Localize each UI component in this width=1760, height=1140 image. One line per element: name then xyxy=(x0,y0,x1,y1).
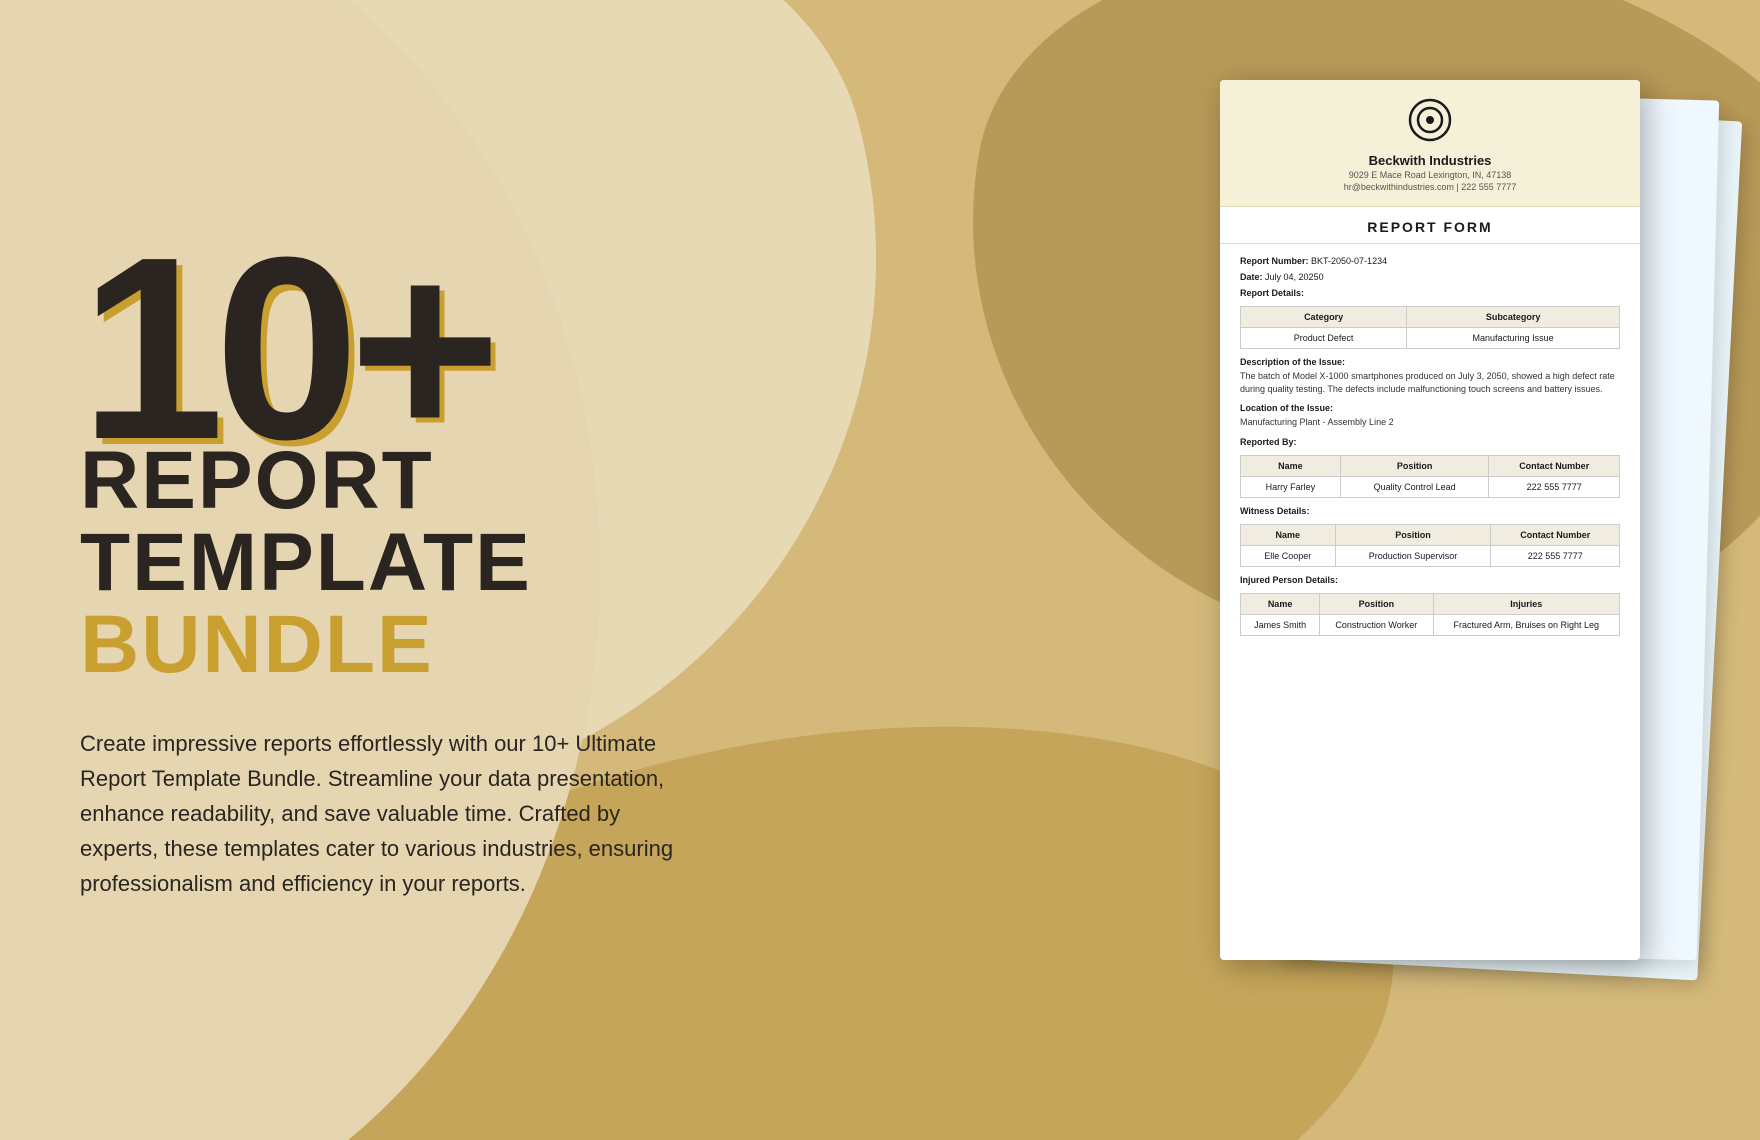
witness-label: Witness Details: xyxy=(1240,506,1620,516)
inj-position: Construction Worker xyxy=(1320,614,1433,635)
wit-contact: 222 555 7777 xyxy=(1491,545,1620,566)
wit-name: Elle Cooper xyxy=(1241,545,1336,566)
inj-header-injuries: Injuries xyxy=(1433,593,1619,614)
rep-header-name: Name xyxy=(1241,455,1341,476)
report-details-label: Report Details: xyxy=(1240,288,1620,298)
inj-injuries: Fractured Arm, Bruises on Right Leg xyxy=(1433,614,1619,635)
company-logo-icon xyxy=(1408,98,1452,142)
documents-area: Beckwith Industries 9029 E Mace Road Lex… xyxy=(1220,80,1700,1030)
category-table: Category Subcategory Product Defect Manu… xyxy=(1240,306,1620,349)
description-label: Description of the Issue: xyxy=(1240,357,1620,367)
wit-header-contact: Contact Number xyxy=(1491,524,1620,545)
location-content: Manufacturing Plant - Assembly Line 2 xyxy=(1240,416,1620,429)
table-row: Elle Cooper Production Supervisor 222 55… xyxy=(1241,545,1620,566)
hero-number-container: 10+ xyxy=(80,239,830,460)
report-line: REPORT xyxy=(80,440,830,522)
company-name: Beckwith Industries xyxy=(1240,153,1620,168)
injured-table: Name Position Injuries James Smith Const… xyxy=(1240,593,1620,636)
injured-label: Injured Person Details: xyxy=(1240,575,1620,585)
rep-contact: 222 555 7777 xyxy=(1489,476,1620,497)
table-row: Harry Farley Quality Control Lead 222 55… xyxy=(1241,476,1620,497)
rep-position: Quality Control Lead xyxy=(1340,476,1489,497)
reported-by-label: Reported By: xyxy=(1240,437,1620,447)
table-row: James Smith Construction Worker Fracture… xyxy=(1241,614,1620,635)
left-content: 10+ REPORT TEMPLATE BUNDLE Create impres… xyxy=(80,0,830,1140)
wit-header-name: Name xyxy=(1241,524,1336,545)
report-number-field: Report Number: BKT-2050-07-1234 xyxy=(1240,256,1620,266)
doc-header: Beckwith Industries 9029 E Mace Road Lex… xyxy=(1220,80,1640,207)
rep-name: Harry Farley xyxy=(1241,476,1341,497)
cat-header-1: Category xyxy=(1241,307,1407,328)
inj-header-name: Name xyxy=(1241,593,1320,614)
template-line: TEMPLATE xyxy=(80,522,830,604)
inj-header-position: Position xyxy=(1320,593,1433,614)
date-value: July 04, 20250 xyxy=(1265,272,1324,282)
description-content: The batch of Model X-1000 smartphones pr… xyxy=(1240,370,1620,395)
doc-body: Report Number: BKT-2050-07-1234 Date: Ju… xyxy=(1220,244,1640,656)
report-number-label: Report Number: xyxy=(1240,256,1309,266)
report-details-text: Report Details: xyxy=(1240,288,1304,298)
doc-title-area: REPORT FORM xyxy=(1220,207,1640,244)
witness-table: Name Position Contact Number Elle Cooper… xyxy=(1240,524,1620,567)
main-document: Beckwith Industries 9029 E Mace Road Lex… xyxy=(1220,80,1640,960)
company-address: 9029 E Mace Road Lexington, IN, 47138 xyxy=(1240,170,1620,180)
rep-header-contact: Contact Number xyxy=(1489,455,1620,476)
doc-title: REPORT FORM xyxy=(1240,219,1620,235)
hero-description: Create impressive reports effortlessly w… xyxy=(80,726,680,902)
cat-cell-2: Manufacturing Issue xyxy=(1407,328,1620,349)
cat-header-2: Subcategory xyxy=(1407,307,1620,328)
rep-header-position: Position xyxy=(1340,455,1489,476)
cat-cell-1: Product Defect xyxy=(1241,328,1407,349)
reported-by-table: Name Position Contact Number Harry Farle… xyxy=(1240,455,1620,498)
company-contact: hr@beckwithindustries.com | 222 555 7777 xyxy=(1240,182,1620,192)
inj-name: James Smith xyxy=(1241,614,1320,635)
date-field: Date: July 04, 20250 xyxy=(1240,272,1620,282)
bundle-line: BUNDLE xyxy=(80,604,830,686)
wit-header-position: Position xyxy=(1335,524,1491,545)
date-label: Date: xyxy=(1240,272,1263,282)
table-row: Product Defect Manufacturing Issue xyxy=(1241,328,1620,349)
report-number-value: BKT-2050-07-1234 xyxy=(1311,256,1387,266)
wit-position: Production Supervisor xyxy=(1335,545,1491,566)
hero-title-lines: REPORT TEMPLATE BUNDLE xyxy=(80,460,830,686)
location-label: Location of the Issue: xyxy=(1240,403,1620,413)
